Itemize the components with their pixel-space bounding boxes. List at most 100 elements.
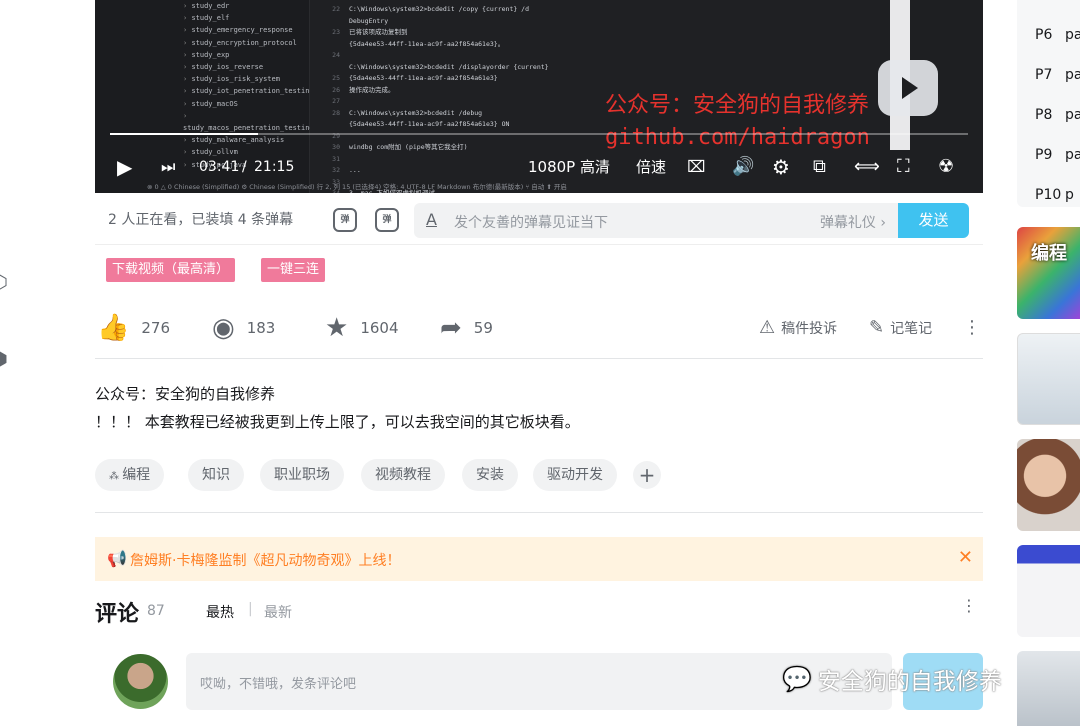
more-options-icon[interactable]: ⋮ [963,317,981,338]
tag-item[interactable]: 安装 [462,459,518,491]
recommend-thumbnail[interactable] [1017,545,1080,637]
file-tree-item[interactable]: study_iot_penetration_testing [183,85,313,97]
pip-icon[interactable]: ⧉ [813,153,826,181]
share-count: 59 [473,319,493,337]
share-button[interactable]: ➦ 59 [440,313,493,343]
danmaku-placeholder: 发个友善的弹幕见证当下 [454,215,608,231]
section-divider [95,512,983,513]
watermark-line2: github.com/haidragon [605,125,870,150]
file-tree-item[interactable]: study_ios_risk_system [183,73,314,85]
fullscreen-icon[interactable]: ⛶ [897,153,910,181]
file-tree-item[interactable]: study_emergency_response [183,24,314,36]
playlist-item[interactable]: P6 pa [1035,27,1080,43]
file-tree-item[interactable]: study_macOS [183,98,314,110]
speaker-icon: 📢 [107,549,127,568]
file-tree-item[interactable]: study_macos_penetration_testing [183,110,314,134]
avatar[interactable] [113,654,168,709]
add-tag-button[interactable]: + [633,461,661,489]
progress-bar[interactable] [110,133,968,135]
line-number [320,119,340,131]
volume-icon[interactable]: 🔊 [732,153,754,181]
file-tree-item[interactable]: study_edr [183,0,314,12]
sort-new-tab[interactable]: 最新 [264,602,292,622]
report-button[interactable]: ⚠ 稿件投诉 [759,317,837,338]
line-number: 24 [332,51,340,59]
playlist-item[interactable]: P8 pa [1035,107,1080,123]
tag-label: 编程 [122,467,151,483]
tag-item[interactable]: 职业职场 [260,459,344,491]
download-video-tag[interactable]: 下载视频（最高清） [106,258,236,282]
line-number: 26 [332,85,340,94]
playlist-title: pa [1065,67,1080,83]
code-line: ... [349,166,361,174]
tag-item[interactable]: 知识 [188,459,244,491]
coin-button[interactable]: ◉ 183 [212,313,275,343]
settings-gear-icon[interactable]: ⚙ [772,153,790,181]
channel-icon: ⁂ [109,471,123,482]
subtitle-off-icon[interactable]: ⌧ [687,153,705,181]
favorite-button[interactable]: ★ 1604 [325,313,399,343]
watermark-line1: 公众号：安全狗的自我修养 [605,93,870,118]
recommend-thumbnail[interactable]: 编程 [1017,227,1080,319]
playlist-item[interactable]: P7 pa [1035,67,1080,83]
code-line: 已将该项成功复制到 [349,28,408,36]
like-button[interactable]: 👍 276 [97,313,170,343]
code-line: windbg com附加 (pipe等其它我全打) [349,143,468,151]
code-line: C:\Windows\system32>bcdedit /displayorde… [349,62,549,71]
hexagon-icon[interactable]: ⬢ [0,349,14,371]
file-tree: study_edrstudy_elfstudy_emergency_respon… [183,0,314,171]
tv-logo-icon [878,60,938,116]
triple-action-tag[interactable]: 一键三连 [261,258,326,282]
wechat-watermark: 💬 安全狗的自我修养 [782,662,1002,696]
code-line: C:\Windows\system32>bcdedit /debug [349,108,483,117]
playlist-part: P9 [1035,147,1053,163]
playlist-title: pa [1065,147,1080,163]
quality-button[interactable]: 1080P 高清 [528,153,610,181]
fan-icon[interactable]: ☢ [938,153,954,181]
tag-item[interactable]: 驱动开发 [533,459,617,491]
danmaku-bar: 2 人正在看，已装填 4 条弹幕 弹 弹 A 发个友善的弹幕见证当下 弹幕礼仪 … [95,193,983,245]
recommend-thumbnail[interactable] [1017,439,1080,531]
font-style-icon[interactable]: A [426,210,437,229]
editor-status-bar: ⊗ 0 △ 0 Chinese (Simplified) ⚙ Chinese (… [147,183,567,191]
cube-icon[interactable]: ⬡ [0,272,14,294]
tag-channel[interactable]: ⁂ 编程 [95,459,165,491]
recommend-thumbnail[interactable] [1017,333,1080,425]
video-player[interactable]: study_edrstudy_elfstudy_emergency_respon… [95,0,983,193]
widescreen-icon[interactable]: ⟺ [854,153,880,181]
playlist-part: P10 [1035,187,1062,203]
danmaku-toggle-icon[interactable]: 弹 [333,208,357,232]
danmaku-settings-icon[interactable]: 弹 [375,208,399,232]
wechat-icon: 💬 [782,665,812,693]
tag-item[interactable]: 视频教程 [361,459,445,491]
playlist-title: p [1065,187,1074,203]
playlist-item[interactable]: P9 pa [1035,147,1080,163]
file-tree-item[interactable]: study_malware_analysis [183,134,314,146]
warning-icon: ⚠ [759,317,776,338]
code-text: C:\Windows\system32>bcdedit /copy {curre… [349,4,549,193]
recommend-thumbnail[interactable] [1017,651,1080,726]
speed-button[interactable]: 倍速 [636,153,666,181]
file-tree-item[interactable]: study_exp [183,49,314,61]
sort-hot-tab[interactable]: 最热 [206,602,234,622]
file-tree-item[interactable]: study_elf [183,12,314,24]
notice-text[interactable]: 詹姆斯·卡梅隆监制《超凡动物奇观》上线！ [130,550,400,570]
danmaku-etiquette-link[interactable]: 弹幕礼仪 › [820,212,886,232]
comments-more-icon[interactable]: ⋮ [961,596,977,615]
favorite-count: 1604 [360,319,399,337]
next-icon[interactable]: ⏭ [161,153,175,181]
video-toolbar: 👍 276 ◉ 183 ★ 1604 ➦ 59 ⚠ 稿件投诉 ✎ 记笔记 ⋮ [95,305,983,359]
comments-title: 评论 [95,602,140,627]
play-icon[interactable]: ▶ [117,153,132,181]
playlist-item[interactable]: P10 p [1035,187,1074,203]
close-icon[interactable]: ✕ [958,547,973,568]
file-tree-item[interactable]: study_encryption_protocol [183,37,314,49]
line-numbers: 22 23 24 25 26 27 28 29 30 31 32 33 34 [320,4,340,193]
comments-count: 87 [147,603,165,619]
notice-banner[interactable]: 📢 詹姆斯·卡梅隆监制《超凡动物奇观》上线！ ✕ [95,537,983,581]
danmaku-input[interactable]: A 发个友善的弹幕见证当下 弹幕礼仪 › [414,203,898,238]
file-tree-item[interactable]: study_ios_reverse [183,61,314,73]
playlist-title: pa [1065,107,1080,123]
note-button[interactable]: ✎ 记笔记 [869,317,932,338]
danmaku-send-button[interactable]: 发送 [898,203,969,238]
